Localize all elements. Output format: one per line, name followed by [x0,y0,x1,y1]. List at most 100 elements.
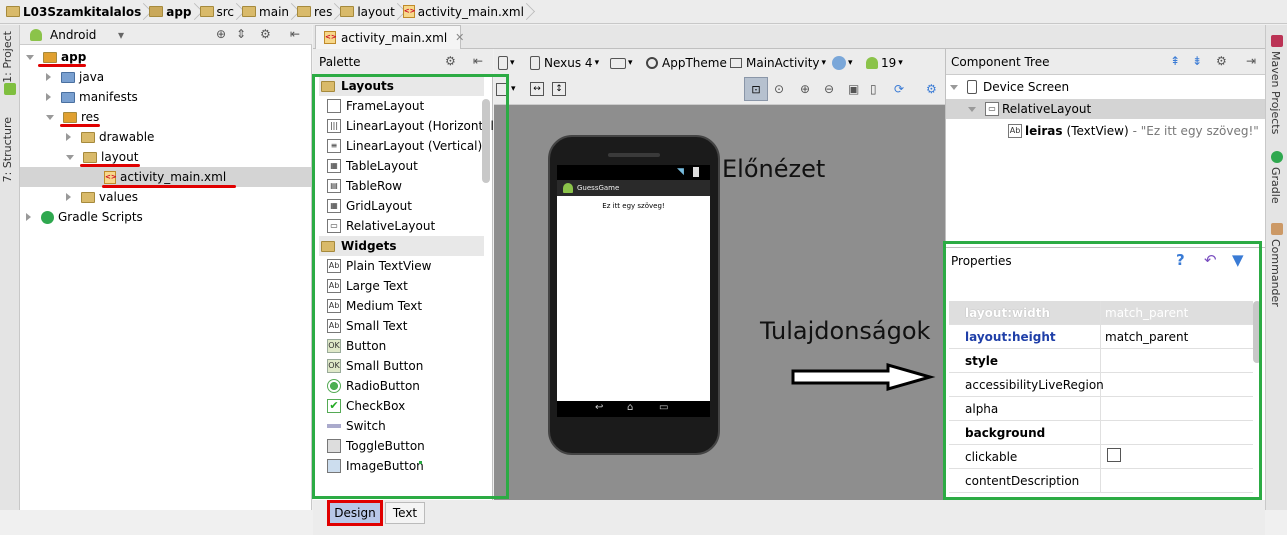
tree-textview-leiras[interactable]: Ab leiras (TextView) - "Ez itt egy szöveg!" [1008,121,1259,141]
gear-icon[interactable]: ⚙ [260,27,271,41]
project-tool-tab[interactable]: 1: Project [1,31,14,83]
vertical-resize-icon[interactable]: ↕ [552,79,566,99]
project-view-selector[interactable]: Android [50,28,96,42]
tab-design[interactable]: Design [327,500,383,526]
crumb-res[interactable]: res [295,0,338,24]
gear-icon[interactable]: ⚙ [926,79,937,99]
zoom-actual-icon[interactable]: ⊡ [744,77,768,101]
gradle-tool-tab[interactable]: Gradle [1269,167,1282,204]
preview-screen[interactable]: Ez itt egy szöveg! [557,196,710,401]
back-icon: ↩ [595,402,604,413]
tree-item-manifests[interactable]: manifests [46,87,138,107]
tree-item-gradle-scripts[interactable]: Gradle Scripts [26,207,143,227]
android-icon [866,57,878,69]
preview-textview[interactable]: Ez itt egy szöveg! [557,202,710,210]
preview-icon[interactable]: ▯ [870,79,877,99]
tree-item-java[interactable]: java [46,67,104,87]
device-selector[interactable]: Nexus 4 ▾ [530,53,599,73]
right-tool-strip: Maven Projects Gradle Commander [1265,25,1287,510]
expand-all-icon[interactable]: ⇞ [1170,54,1180,68]
palette-highlight-box [312,74,509,499]
tab-text[interactable]: Text [385,502,425,524]
project-panel: Android ▾ ⊕ ⇕ ⚙ ⇤ app java manifests res… [20,25,312,510]
theme-selector[interactable]: AppTheme [646,53,727,73]
module-folder-icon [149,6,164,17]
zoom-fit-screen-icon[interactable]: ⊙ [774,79,784,99]
activity-selector[interactable]: MainActivity ▾ [730,53,826,73]
android-icon [4,83,16,95]
folder-icon [81,191,95,203]
gear-icon[interactable]: ⚙ [1216,54,1227,68]
target-icon[interactable]: ⊕ [216,27,226,41]
hide-panel-icon[interactable]: ⇥ [1246,54,1256,68]
crumb-layout[interactable]: layout [338,0,400,24]
virtual-device-icon[interactable]: ▾ [498,53,515,73]
hide-panel-icon[interactable]: ⇤ [473,54,483,68]
locale-selector[interactable]: ▾ [832,53,853,73]
navigation-bar: ↩ ⌂ ▭ [557,401,710,417]
crumb-app[interactable]: app [147,0,197,24]
globe-icon [832,56,846,70]
battery-icon [693,167,699,177]
editor-bottom-tabs: Design Text [313,500,1265,535]
editor-tab-activity-main[interactable]: <> activity_main.xml ✕ [315,25,464,49]
crumb-src[interactable]: src [198,0,241,24]
speaker-grille [608,153,660,157]
arrow-annotation [791,363,936,391]
collapse-all-icon[interactable]: ⇟ [1192,54,1202,68]
tree-item-activity-main[interactable]: <> activity_main.xml [104,167,226,187]
phone-icon [530,56,540,70]
activity-icon [730,58,742,68]
commander-icon [1271,223,1283,235]
app-title: GuessGame [577,184,620,192]
component-tree-panel: Component Tree ⇞ ⇟ ⚙ ⇥ Device Screen ▭ Re… [945,49,1266,257]
folder-icon [83,151,97,163]
screenshot-icon[interactable]: ▣ [848,79,859,99]
refresh-icon[interactable]: ⟳ [894,79,904,99]
zoom-out-icon[interactable]: ⊖ [824,79,834,99]
editor-area: <> activity_main.xml ✕ Palette ⚙ ⇤ Layou… [312,25,1266,535]
action-bar: GuessGame [557,180,710,196]
phone-icon [967,80,977,94]
properties-highlight-box [943,241,1262,500]
tree-item-values[interactable]: values [66,187,138,207]
xml-file-icon: <> [402,5,416,18]
horizontal-resize-icon[interactable]: ↔ [530,79,544,99]
folder-icon [61,71,75,83]
android-icon [30,29,42,41]
status-bar: ◥ [557,165,710,180]
recents-icon: ▭ [659,402,669,413]
api-level-selector[interactable]: 19 ▾ [866,53,903,73]
folder-icon [242,6,257,17]
project-folder-icon [6,6,20,17]
commander-tool-tab[interactable]: Commander [1269,239,1282,307]
gear-icon[interactable]: ⚙ [445,54,456,68]
crumb-main[interactable]: main [240,0,295,24]
close-icon[interactable]: ✕ [455,31,464,44]
left-tool-strip: 1: Project 7: Structure [0,25,20,510]
tree-device-screen[interactable]: Device Screen [950,77,1069,97]
design-toolbar: ▾ Nexus 4 ▾ ▾ AppTheme MainActivity ▾ ▾ 19… [494,49,945,105]
folder-icon [199,6,214,17]
tree-relativelayout[interactable]: ▭ RelativeLayout [968,99,1091,119]
chevron-down-icon[interactable]: ▾ [118,28,124,42]
preview-annotation: Előnézet [722,155,826,183]
palette-header: Palette ⚙ ⇤ [313,49,493,75]
navigation-breadcrumb: L03Szamkitalalos app src main res layout… [0,0,1287,24]
folder-icon [340,6,355,17]
collapse-icon[interactable]: ⇕ [236,27,246,41]
orientation-selector[interactable]: ▾ [610,53,633,73]
crumb-file[interactable]: <> activity_main.xml [401,0,530,24]
android-icon [563,183,573,193]
res-folder-icon [63,111,77,123]
structure-tool-tab[interactable]: 7: Structure [1,117,14,182]
crumb-project[interactable]: L03Szamkitalalos [4,0,147,24]
properties-annotation: Tulajdonságok [760,317,931,345]
home-icon: ⌂ [627,402,634,413]
zoom-in-icon[interactable]: ⊕ [800,79,810,99]
theme-icon [646,57,658,69]
gradle-icon [41,210,54,224]
maven-tool-tab[interactable]: Maven Projects [1269,51,1282,134]
tree-item-drawable[interactable]: drawable [66,127,154,147]
hide-panel-icon[interactable]: ⇤ [290,27,300,41]
